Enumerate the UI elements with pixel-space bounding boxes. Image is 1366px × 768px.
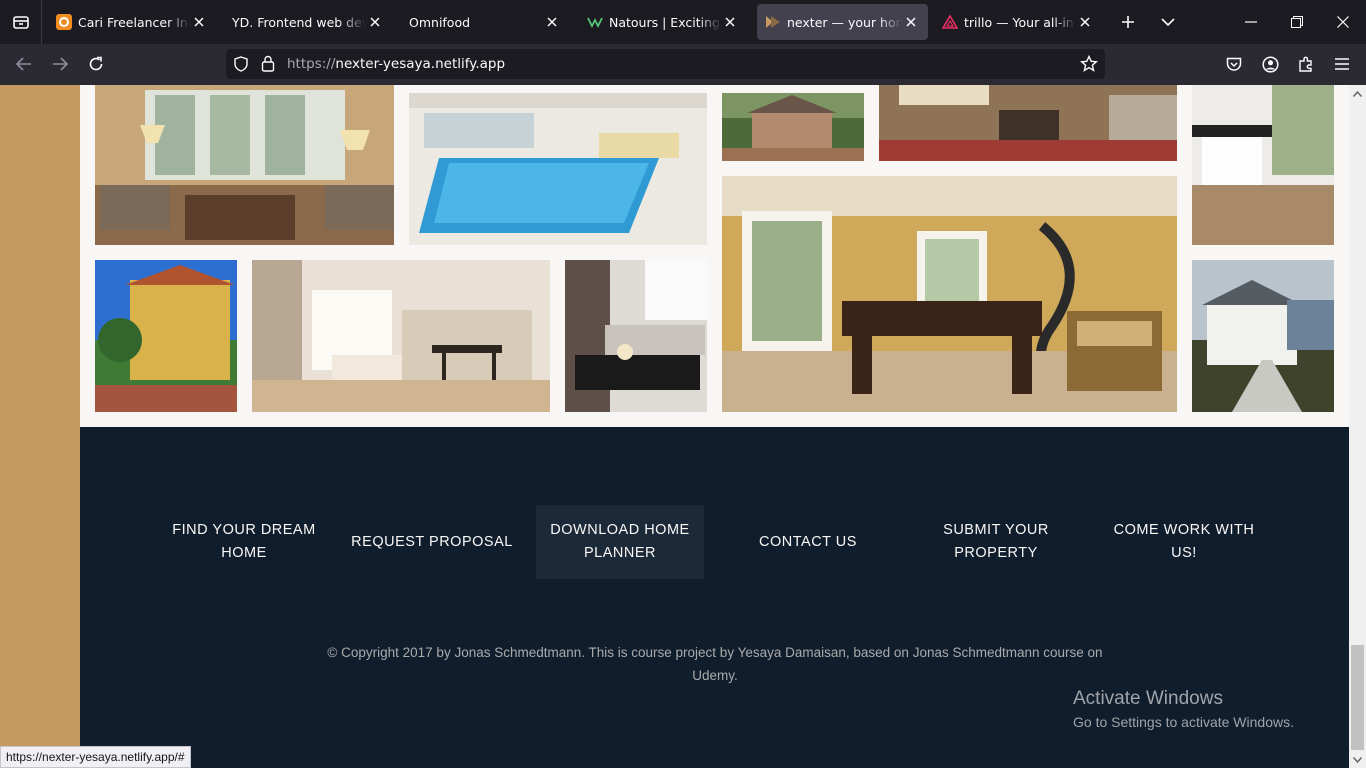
scroll-up-arrow[interactable]: [1349, 85, 1366, 102]
footer-link-download-planner[interactable]: Download home planner: [536, 505, 704, 579]
firefox-view-icon: [12, 16, 29, 29]
plus-icon: [1122, 16, 1134, 28]
footer-link-careers[interactable]: Come work with us!: [1100, 505, 1268, 579]
close-tab-icon[interactable]: [1076, 13, 1094, 31]
sidebar: [0, 85, 80, 768]
url-text[interactable]: https://nexter-yesaya.netlify.app: [287, 56, 505, 72]
hamburger-menu-icon: [1335, 58, 1349, 70]
windows-activation-watermark: Activate Windows Go to Settings to activ…: [1073, 688, 1294, 730]
nexter-icon: [765, 14, 781, 30]
arrow-right-icon: [53, 57, 68, 71]
restore-icon: [1291, 16, 1303, 28]
chevron-down-icon: [1353, 756, 1362, 763]
watermark-title: Activate Windows: [1073, 688, 1223, 709]
gallery: [80, 85, 1349, 427]
close-tab-icon[interactable]: [190, 13, 208, 31]
minimize-button[interactable]: [1228, 0, 1274, 44]
chevron-down-icon: [1161, 18, 1175, 27]
gallery-image-dining: [252, 260, 550, 412]
reload-button[interactable]: [80, 48, 112, 80]
scrollbar-thumb[interactable]: [1351, 645, 1364, 750]
account-icon: [1261, 55, 1279, 73]
tab-title: YD. Frontend web developer: [232, 14, 366, 30]
tab-title: Omnifood: [409, 14, 471, 30]
pocket-button[interactable]: [1218, 48, 1250, 80]
tab-title: trillo — Your all-in-one booking app: [964, 14, 1076, 30]
list-all-tabs-button[interactable]: [1152, 0, 1184, 44]
back-button[interactable]: [8, 48, 40, 80]
tab-natours[interactable]: Natours | Exciting tours: [579, 4, 747, 40]
bookmark-star-icon[interactable]: [1080, 55, 1098, 73]
minimize-icon: [1245, 21, 1257, 23]
close-window-button[interactable]: [1320, 0, 1366, 44]
tab-title: nexter — your home, your freedom: [787, 14, 902, 30]
copyright-text: © Copyright 2017 by Jonas Schmedtmann. T…: [327, 645, 1103, 683]
lock-icon: [261, 55, 275, 72]
footer-link-submit-property[interactable]: Submit your property: [912, 505, 1080, 579]
gallery-image-billiard-room: [722, 176, 1177, 412]
link-status-bar: https://nexter-yesaya.netlify.app/#: [0, 746, 191, 768]
extensions-button[interactable]: [1290, 48, 1322, 80]
gallery-image-house: [722, 93, 864, 161]
gallery-image-modern-lounge: [565, 260, 707, 412]
reload-icon: [89, 56, 103, 71]
gallery-image-villa: [95, 260, 237, 412]
arrow-left-icon: [16, 57, 31, 71]
trillo-icon: [942, 14, 958, 30]
url-host: nexter-yesaya.netlify.app: [335, 56, 506, 72]
tab-omnifood[interactable]: Omnifood: [401, 4, 569, 40]
gallery-image-kitchen: [1192, 85, 1334, 245]
close-tab-icon[interactable]: [902, 13, 920, 31]
projects-icon: [56, 14, 72, 30]
restore-button[interactable]: [1274, 0, 1320, 44]
footer-link-contact-us[interactable]: Contact us: [724, 505, 892, 579]
close-tab-icon[interactable]: [543, 13, 561, 31]
watermark-subtitle: Go to Settings to activate Windows.: [1073, 714, 1294, 730]
tab-bar: Cari Freelancer Indonesia YD. Frontend w…: [0, 0, 1366, 44]
natours-icon: [587, 14, 603, 30]
footer-link-find-home[interactable]: Find your dream home: [160, 505, 328, 579]
account-button[interactable]: [1254, 48, 1286, 80]
pocket-icon: [1226, 57, 1242, 71]
tab-nexter[interactable]: nexter — your home, your freedom: [757, 4, 928, 40]
page-viewport: Find your dream home Request proposal Do…: [0, 85, 1349, 768]
chevron-up-icon: [1353, 90, 1362, 97]
close-icon: [1337, 16, 1349, 28]
app-menu-button[interactable]: [1326, 48, 1358, 80]
gallery-image-lounge: [879, 85, 1177, 161]
shield-icon: [234, 56, 248, 72]
gallery-image-mansion: [1192, 260, 1334, 412]
forward-button[interactable]: [44, 48, 76, 80]
address-bar[interactable]: https://nexter-yesaya.netlify.app: [226, 49, 1105, 79]
tab-trillo[interactable]: trillo — Your all-in-one booking app: [934, 4, 1102, 40]
gallery-image-living-room: [95, 85, 394, 245]
firefox-view-button[interactable]: [0, 0, 42, 44]
close-tab-icon[interactable]: [366, 13, 384, 31]
new-tab-button[interactable]: [1112, 0, 1144, 44]
gallery-image-pool: [409, 93, 707, 245]
url-protocol: https://: [287, 56, 336, 72]
close-tab-icon[interactable]: [721, 13, 739, 31]
footer-link-request-proposal[interactable]: Request proposal: [348, 505, 516, 579]
scroll-down-arrow[interactable]: [1349, 751, 1366, 768]
tab-title: Cari Freelancer Indonesia: [78, 14, 190, 30]
tab-yd-frontend[interactable]: YD. Frontend web developer: [224, 4, 392, 40]
navigation-toolbar: https://nexter-yesaya.netlify.app: [0, 44, 1366, 85]
tab-title: Natours | Exciting tours: [609, 14, 721, 30]
puzzle-icon: [1299, 56, 1312, 72]
tab-cari-freelancer[interactable]: Cari Freelancer Indonesia: [48, 4, 216, 40]
